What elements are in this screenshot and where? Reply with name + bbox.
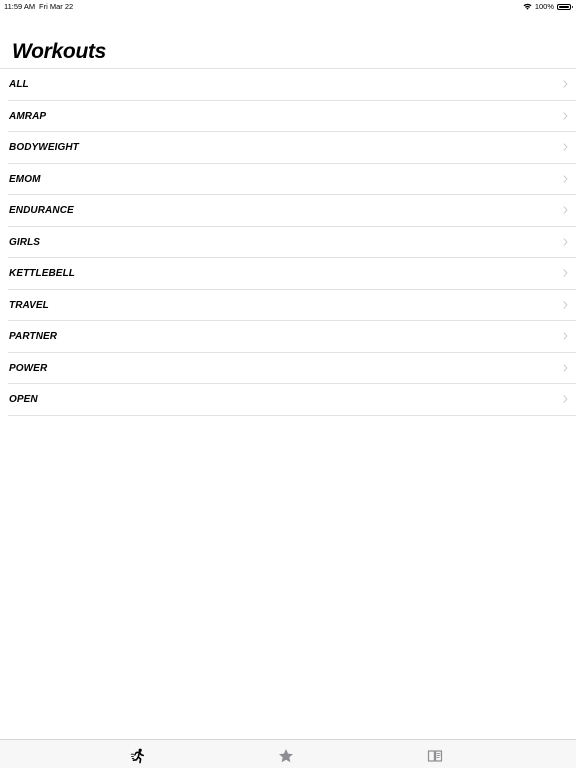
wifi-icon — [523, 3, 532, 10]
list-item-amrap[interactable]: AMRAP — [8, 101, 576, 132]
running-figure-icon — [130, 748, 144, 764]
workout-category-list: ALL AMRAP BODYWEIGHT EMOM ENDURANCE GIRL… — [0, 68, 576, 416]
chevron-right-icon — [563, 363, 568, 372]
status-time: 11:59 AM — [4, 2, 36, 11]
tab-glossary[interactable] — [415, 748, 455, 766]
chevron-right-icon — [563, 80, 568, 88]
chevron-right-icon — [563, 300, 568, 309]
status-indicators: 100% — [523, 1, 573, 12]
list-item-label: GIRLS — [9, 236, 41, 248]
list-item-girls[interactable]: GIRLS — [8, 227, 576, 258]
chevron-right-icon — [563, 206, 568, 214]
tab-favorites[interactable] — [266, 748, 306, 766]
battery-level — [559, 5, 569, 8]
list-item-label: EMOM — [9, 173, 41, 185]
workouts-screen: 11:59 AM Fri Mar 22 100% Workouts ALL AM… — [0, 0, 576, 768]
tab-bar — [0, 739, 576, 768]
status-date: Fri Mar 22 — [39, 2, 74, 11]
list-item-power[interactable]: POWER — [8, 353, 576, 384]
star-icon — [279, 749, 293, 763]
chevron-right-icon — [563, 111, 568, 120]
tab-workouts[interactable] — [118, 748, 158, 766]
chevron-right-icon — [563, 395, 568, 403]
chevron-right-icon — [563, 332, 568, 340]
list-item-open[interactable]: OPEN — [8, 384, 576, 416]
list-item-label: PARTNER — [9, 331, 58, 342]
battery-percent: 100% — [534, 2, 554, 11]
list-item-bodyweight[interactable]: BODYWEIGHT — [8, 132, 576, 164]
list-item-label: OPEN — [9, 394, 38, 405]
chevron-right-icon — [563, 143, 568, 151]
list-item-partner[interactable]: PARTNER — [8, 321, 576, 353]
list-item-kettlebell[interactable]: KETTLEBELL — [8, 258, 576, 290]
list-item-label: POWER — [9, 362, 48, 374]
list-item-travel[interactable]: TRAVEL — [8, 290, 576, 321]
chevron-right-icon — [563, 237, 568, 246]
list-item-label: BODYWEIGHT — [9, 142, 79, 153]
list-item-label: ALL — [9, 79, 29, 90]
page-title: Workouts — [12, 40, 107, 63]
list-item-label: TRAVEL — [9, 299, 49, 311]
list-item-label: KETTLEBELL — [9, 268, 75, 279]
battery-icon — [557, 3, 573, 10]
list-item-all[interactable]: ALL — [8, 69, 576, 101]
status-bar: 11:59 AM Fri Mar 22 100% — [0, 0, 576, 14]
list-item-label: ENDURANCE — [9, 205, 74, 216]
chevron-right-icon — [563, 174, 568, 183]
list-item-endurance[interactable]: ENDURANCE — [8, 195, 576, 227]
book-icon — [427, 750, 443, 762]
chevron-right-icon — [563, 269, 568, 277]
list-item-emom[interactable]: EMOM — [8, 164, 576, 195]
list-item-label: AMRAP — [9, 110, 47, 122]
